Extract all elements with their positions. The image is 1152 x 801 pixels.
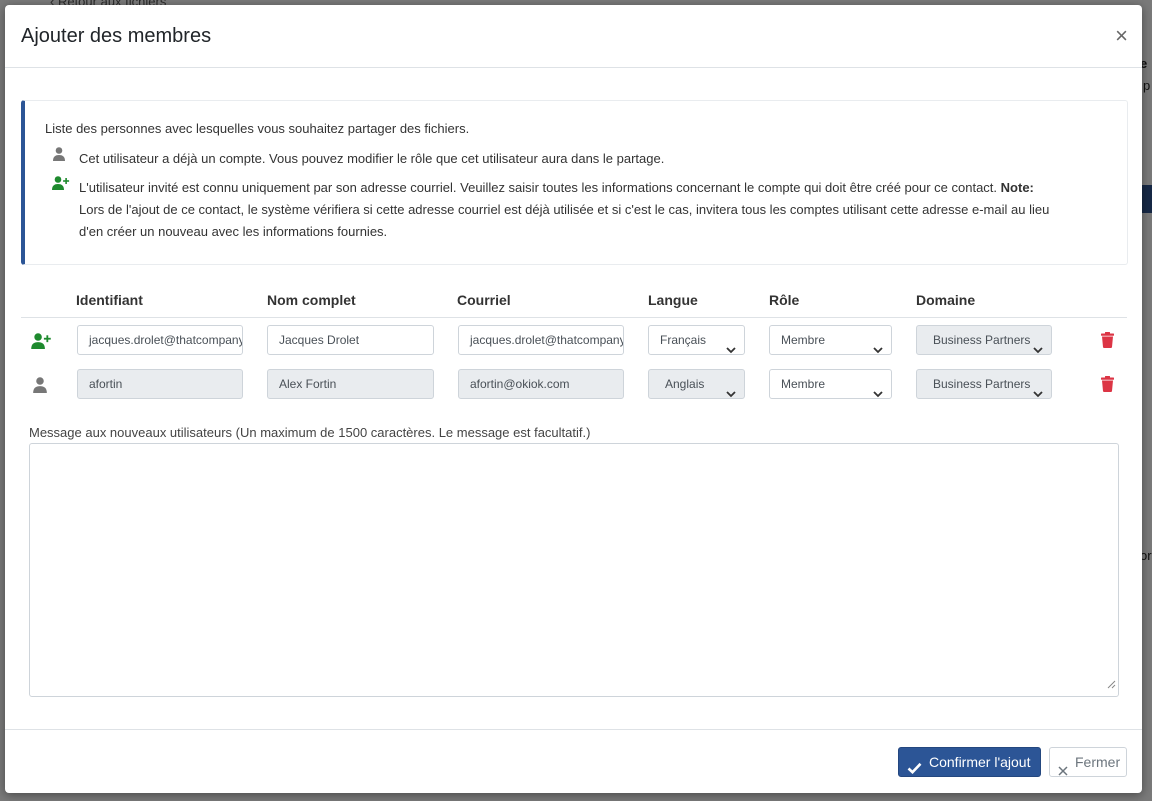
- user-plus-icon: [52, 175, 70, 197]
- full-name-input[interactable]: Jacques Drolet: [267, 325, 434, 355]
- language-select-value: Français: [660, 333, 707, 347]
- user-icon: [33, 377, 47, 398]
- members-table-header: Identifiant Nom complet Courriel Langue …: [21, 289, 1127, 318]
- full-name-input: Alex Fortin: [267, 369, 434, 399]
- message-label: Message aux nouveaux utilisateurs (Un ma…: [29, 425, 591, 440]
- chevron-down-icon: [873, 380, 883, 398]
- role-select[interactable]: Membre: [769, 369, 892, 399]
- column-header-full-name: Nom complet: [267, 292, 356, 308]
- table-row: afortin Alex Fortin afortin@okiok.com An…: [21, 369, 1127, 413]
- chevron-down-icon: [873, 336, 883, 354]
- language-select: Anglais: [648, 369, 745, 399]
- close-icon: [1058, 757, 1068, 785]
- background-fragment: p: [1143, 78, 1151, 93]
- modal-footer: Confirmer l'ajout Fermer: [5, 729, 1142, 794]
- role-select[interactable]: Membre: [769, 325, 892, 355]
- identifier-input[interactable]: jacques.drolet@thatcompany.com: [77, 325, 243, 355]
- domain-select: Business Partners: [916, 369, 1052, 399]
- column-header-email: Courriel: [457, 292, 511, 308]
- domain-select-value: Business Partners: [933, 333, 1031, 347]
- new-user-description: L'utilisateur invité est connu uniquemen…: [79, 180, 1050, 239]
- domain-select-value: Business Partners: [933, 377, 1031, 391]
- close-label: Fermer: [1075, 754, 1121, 770]
- info-callout: Liste des personnes avec lesquelles vous…: [21, 100, 1128, 265]
- language-select-value: Anglais: [665, 377, 705, 391]
- add-members-modal: Ajouter des membres × Liste des personne…: [5, 5, 1142, 793]
- modal-header: Ajouter des membres ×: [5, 5, 1142, 68]
- column-header-domain: Domaine: [916, 292, 976, 308]
- role-select-value: Membre: [781, 377, 826, 391]
- close-icon[interactable]: ×: [1115, 25, 1128, 47]
- existing-user-description: Cet utilisateur a déjà un compte. Vous p…: [79, 151, 665, 166]
- chevron-down-icon: [726, 380, 736, 398]
- column-header-language: Langue: [648, 292, 698, 308]
- email-input: afortin@okiok.com: [458, 369, 624, 399]
- close-button[interactable]: Fermer: [1049, 747, 1127, 777]
- modal-title: Ajouter des membres: [21, 25, 212, 47]
- domain-select: Business Partners: [916, 325, 1052, 355]
- column-header-identifier: Identifiant: [76, 292, 143, 308]
- info-intro: Liste des personnes avec lesquelles vous…: [45, 121, 470, 136]
- confirm-add-label: Confirmer l'ajout: [929, 754, 1031, 770]
- message-textarea[interactable]: [29, 443, 1119, 697]
- confirm-add-button[interactable]: Confirmer l'ajout: [898, 747, 1041, 777]
- chevron-down-icon: [726, 336, 736, 354]
- chevron-down-icon: [1033, 380, 1043, 398]
- chevron-down-icon: [1033, 336, 1043, 354]
- user-plus-icon: [31, 333, 52, 354]
- table-row: jacques.drolet@thatcompany.com Jacques D…: [21, 325, 1127, 369]
- role-select-value: Membre: [781, 333, 826, 347]
- column-header-role: Rôle: [769, 292, 800, 308]
- resize-handle-icon[interactable]: [1107, 676, 1116, 694]
- note-label: Note:: [1000, 180, 1034, 195]
- email-input[interactable]: jacques.drolet@thatcompany.com: [458, 325, 624, 355]
- delete-row-icon[interactable]: [1101, 376, 1114, 397]
- delete-row-icon[interactable]: [1101, 332, 1114, 353]
- language-select[interactable]: Français: [648, 325, 745, 355]
- check-icon: [907, 755, 922, 783]
- identifier-input: afortin: [77, 369, 243, 399]
- user-icon: [53, 146, 65, 168]
